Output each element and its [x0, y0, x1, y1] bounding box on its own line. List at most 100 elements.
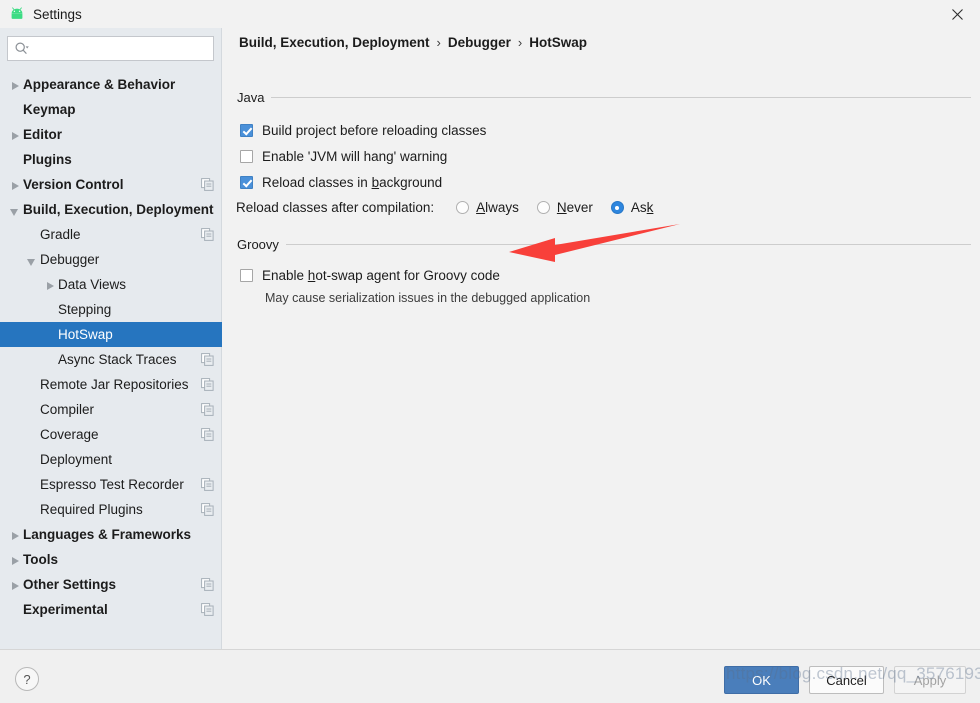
- sidebar-item-required-plugins[interactable]: Required Plugins: [0, 497, 222, 522]
- apply-button[interactable]: Apply: [894, 666, 966, 694]
- radio-always-label: Always: [476, 200, 519, 215]
- chevron-right-icon[interactable]: [9, 553, 23, 567]
- sidebar-item-label: Async Stack Traces: [58, 352, 177, 367]
- tree-arrow-spacer: [9, 103, 23, 117]
- checkbox-groovy-hotswap-agent-box[interactable]: [240, 269, 253, 282]
- chevron-right-icon[interactable]: [9, 78, 23, 92]
- copy-pages-icon: [201, 603, 214, 616]
- radio-group-reload-after-compilation: Reload classes after compilation: Always…: [236, 200, 671, 215]
- tree-arrow-spacer: [9, 153, 23, 167]
- sidebar-item-label: Experimental: [23, 602, 108, 617]
- title-bar: Settings: [0, 0, 980, 28]
- sidebar-item-editor[interactable]: Editor: [0, 122, 222, 147]
- sidebar-item-label: Tools: [23, 552, 58, 567]
- checkbox-build-project[interactable]: Build project before reloading classes: [240, 123, 486, 138]
- radio-always[interactable]: [456, 201, 470, 214]
- sidebar-item-gradle[interactable]: Gradle: [0, 222, 222, 247]
- dialog-footer: ? OK Cancel Apply: [0, 649, 980, 703]
- sidebar-item-label: Compiler: [40, 402, 95, 417]
- sidebar-item-build-execution-deployment[interactable]: Build, Execution, Deployment: [0, 197, 222, 222]
- close-icon[interactable]: [934, 0, 980, 28]
- breadcrumb-part: Build, Execution, Deployment: [239, 35, 430, 50]
- checkbox-groovy-hotswap-agent-label: Enable hot-swap agent for Groovy code: [262, 268, 500, 283]
- checkbox-jvm-hang-warning[interactable]: Enable 'JVM will hang' warning: [240, 149, 447, 164]
- tree-arrow-spacer: [26, 378, 40, 392]
- sidebar-item-label: Coverage: [40, 427, 99, 442]
- chevron-down-icon[interactable]: [9, 203, 23, 217]
- chevron-right-icon[interactable]: [44, 278, 58, 292]
- sidebar-item-other-settings[interactable]: Other Settings: [0, 572, 222, 597]
- checkbox-jvm-hang-warning-box[interactable]: [240, 150, 253, 163]
- sidebar-item-experimental[interactable]: Experimental: [0, 597, 222, 622]
- sidebar-item-label: Other Settings: [23, 577, 117, 592]
- settings-content: Build, Execution, Deployment › Debugger › Ho…: [223, 28, 980, 649]
- settings-dialog: Settings Appearance & Behavior Keymap Edit…: [0, 0, 980, 703]
- checkbox-build-project-label: Build project before reloading classes: [262, 123, 487, 138]
- sidebar-item-label: Version Control: [23, 177, 124, 192]
- copy-pages-icon: [201, 403, 214, 416]
- breadcrumb-part: HotSwap: [529, 35, 587, 50]
- groovy-hotswap-hint: May cause serialization issues in the de…: [265, 291, 591, 305]
- checkbox-reload-background-label: Reload classes in background: [262, 175, 443, 190]
- tree-arrow-spacer: [44, 303, 58, 317]
- sidebar-item-label: Build, Execution, Deployment: [23, 202, 214, 217]
- sidebar-item-data-views[interactable]: Data Views: [0, 272, 222, 297]
- chevron-right-icon[interactable]: [9, 128, 23, 142]
- copy-pages-icon: [201, 503, 214, 516]
- sidebar-item-plugins[interactable]: Plugins: [0, 147, 222, 172]
- sidebar-item-espresso-test-recorder[interactable]: Espresso Test Recorder: [0, 472, 222, 497]
- android-robot-icon: [7, 4, 27, 24]
- checkbox-reload-background[interactable]: Reload classes in background: [240, 175, 442, 190]
- sidebar-item-debugger[interactable]: Debugger: [0, 247, 222, 272]
- radio-ask-label: Ask: [630, 200, 654, 215]
- sidebar-item-languages-frameworks[interactable]: Languages & Frameworks: [0, 522, 222, 547]
- copy-pages-icon: [201, 478, 214, 491]
- tree-arrow-spacer: [44, 328, 58, 342]
- checkbox-groovy-hotswap-agent[interactable]: Enable hot-swap agent for Groovy code: [240, 268, 500, 283]
- sidebar-item-async-stack-traces[interactable]: Async Stack Traces: [0, 347, 222, 372]
- sidebar-item-tools[interactable]: Tools: [0, 547, 222, 572]
- sidebar-item-label: Plugins: [23, 152, 72, 167]
- checkbox-build-project-box[interactable]: [240, 124, 253, 137]
- sidebar-item-appearance-behavior[interactable]: Appearance & Behavior: [0, 72, 222, 97]
- tree-arrow-spacer: [26, 403, 40, 417]
- sidebar-item-hotswap[interactable]: HotSwap: [0, 322, 222, 347]
- breadcrumb-separator: ›: [517, 35, 523, 50]
- radio-never[interactable]: [536, 201, 550, 214]
- tree-arrow-spacer: [26, 478, 40, 492]
- sidebar-item-compiler[interactable]: Compiler: [0, 397, 222, 422]
- search-box[interactable]: [7, 36, 214, 61]
- radio-never-label: Never: [556, 200, 593, 215]
- sidebar-item-remote-jar-repositories[interactable]: Remote Jar Repositories: [0, 372, 222, 397]
- chevron-right-icon[interactable]: [9, 578, 23, 592]
- section-divider: [285, 244, 971, 245]
- sidebar-item-label: Required Plugins: [40, 502, 143, 517]
- ok-button[interactable]: OK: [724, 666, 799, 694]
- groovy-section-label: Groovy: [237, 237, 279, 252]
- sidebar-item-version-control[interactable]: Version Control: [0, 172, 222, 197]
- sidebar-item-label: HotSwap: [58, 327, 113, 342]
- sidebar-item-deployment[interactable]: Deployment: [0, 447, 222, 472]
- java-section-label: Java: [237, 90, 265, 105]
- sidebar-item-label: Gradle: [40, 227, 81, 242]
- checkbox-jvm-hang-warning-label: Enable 'JVM will hang' warning: [262, 149, 448, 164]
- radio-ask[interactable]: [610, 201, 624, 214]
- breadcrumb-separator: ›: [436, 35, 441, 50]
- copy-pages-icon: [201, 578, 214, 591]
- chevron-down-icon[interactable]: [26, 253, 40, 267]
- sidebar-item-coverage[interactable]: Coverage: [0, 422, 222, 447]
- cancel-button[interactable]: Cancel: [809, 666, 884, 694]
- sidebar-item-label: Remote Jar Repositories: [40, 377, 189, 392]
- sidebar-item-keymap[interactable]: Keymap: [0, 97, 222, 122]
- chevron-right-icon[interactable]: [9, 528, 23, 542]
- radio-group-label: Reload classes after compilation:: [236, 200, 435, 215]
- chevron-right-icon[interactable]: [9, 178, 23, 192]
- groovy-section-header: Groovy: [237, 237, 971, 252]
- copy-pages-icon: [201, 378, 214, 391]
- help-button[interactable]: ?: [15, 667, 39, 691]
- checkbox-reload-background-box[interactable]: [240, 176, 253, 189]
- window-title: Settings: [33, 6, 82, 22]
- sidebar-item-label: Appearance & Behavior: [23, 77, 176, 92]
- search-input[interactable]: [32, 40, 206, 57]
- sidebar-item-stepping[interactable]: Stepping: [0, 297, 222, 322]
